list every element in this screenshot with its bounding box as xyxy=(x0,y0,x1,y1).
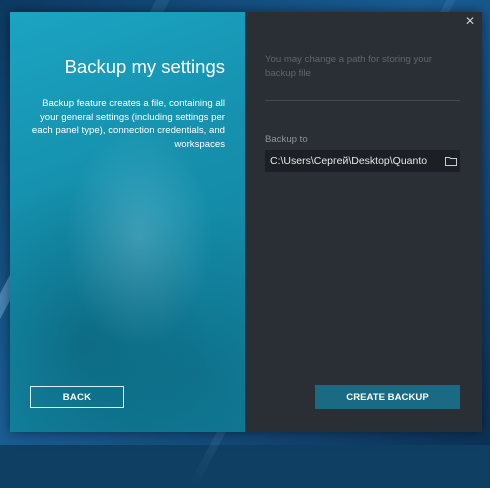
dialog-description: Backup feature creates a file, containin… xyxy=(31,98,225,150)
back-button[interactable]: BACK xyxy=(30,386,124,408)
create-backup-button[interactable]: CREATE BACKUP xyxy=(315,385,460,409)
backup-dialog: Backup my settings Backup feature create… xyxy=(10,12,482,432)
divider xyxy=(265,100,460,101)
backup-path-value[interactable]: C:\Users\Сергей\Desktop\Quanto xyxy=(265,155,442,167)
dialog-title: Backup my settings xyxy=(64,56,225,77)
folder-icon[interactable] xyxy=(442,150,460,172)
path-label: Backup to xyxy=(265,134,308,145)
close-icon[interactable]: ✕ xyxy=(464,14,476,28)
path-hint: You may change a path for storing your b… xyxy=(265,54,433,79)
info-panel: Backup my settings Backup feature create… xyxy=(10,12,245,432)
settings-panel: ✕ You may change a path for storing your… xyxy=(245,12,482,432)
backup-path-field[interactable]: C:\Users\Сергей\Desktop\Quanto xyxy=(265,150,460,172)
